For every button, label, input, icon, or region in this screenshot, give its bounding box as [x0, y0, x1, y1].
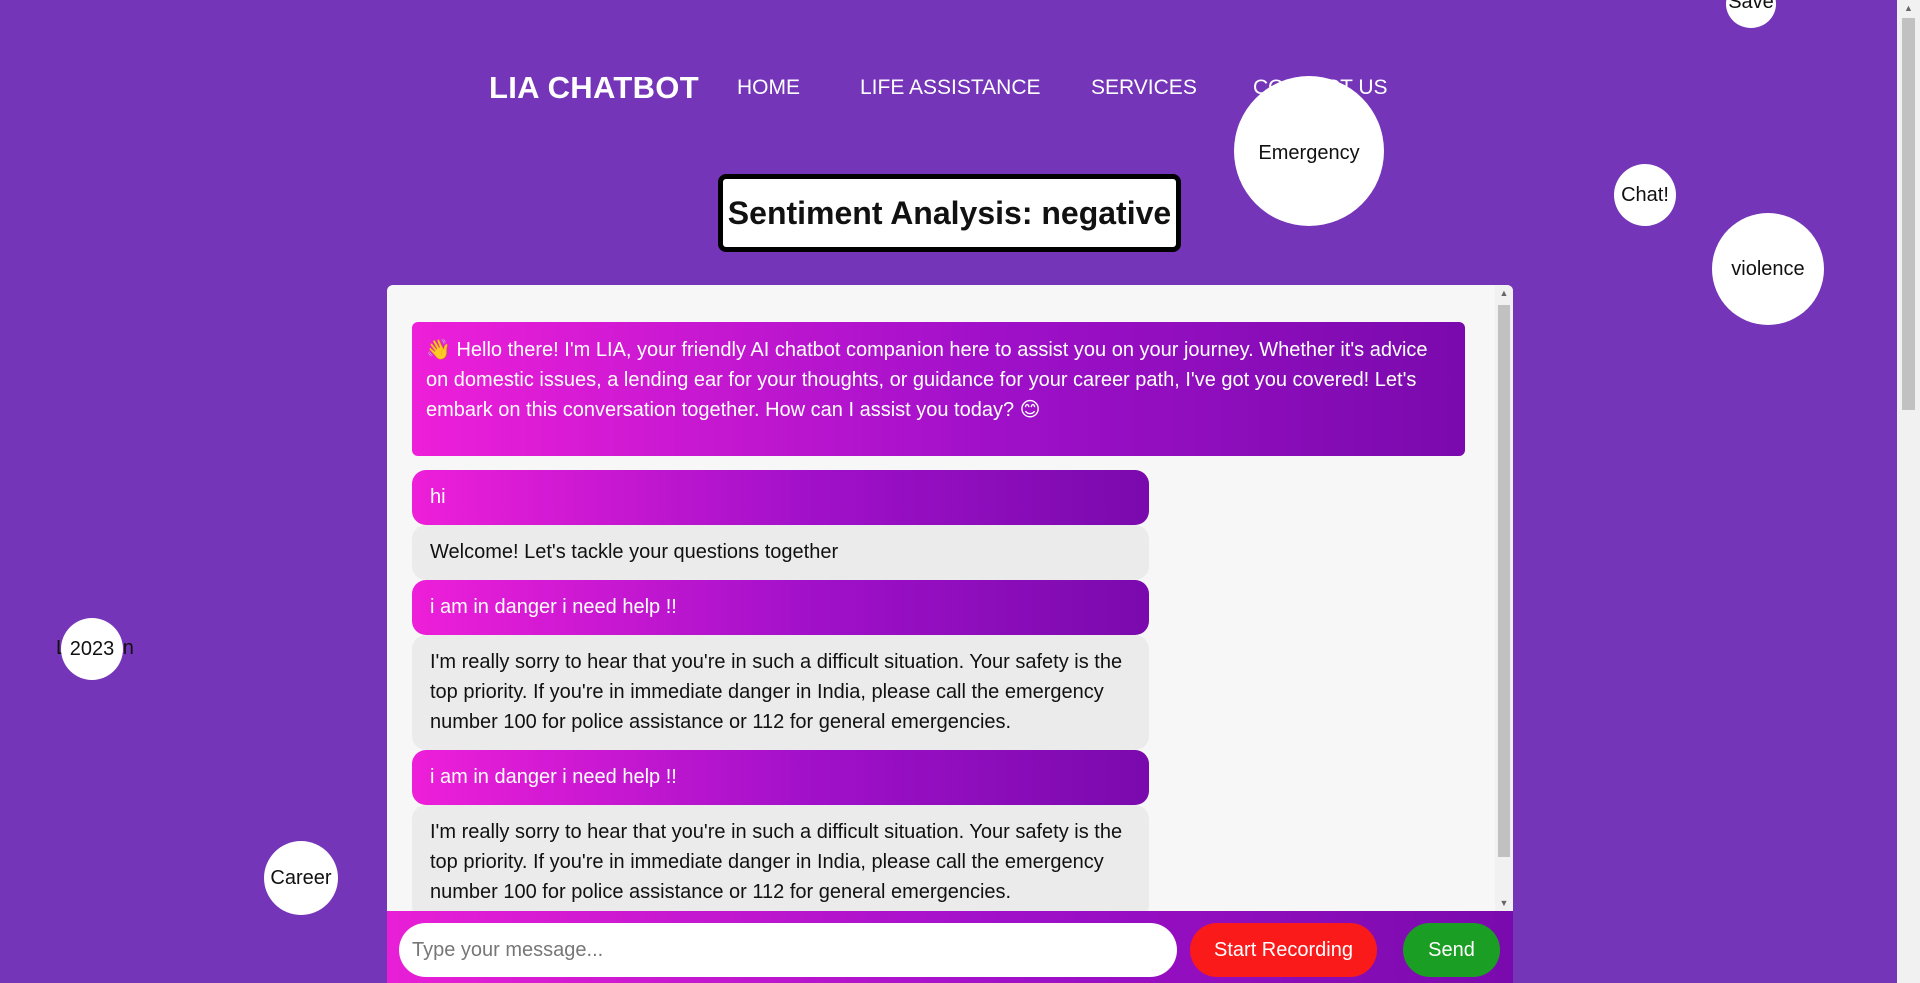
nav-link-life-assistance[interactable]: LIFE ASSISTANCE	[860, 76, 1041, 100]
sentiment-analysis-box: Sentiment Analysis: negative	[718, 174, 1181, 252]
bubble-2023[interactable]: 2023	[61, 618, 123, 680]
message-input-bar: Start Recording Send	[387, 911, 1513, 983]
page-scrollbar[interactable]: ▲	[1897, 0, 1920, 983]
bubble-emergency[interactable]: Emergency	[1234, 76, 1384, 226]
user-message: i am in danger i need help !!	[412, 750, 1149, 805]
user-message: i am in danger i need help !!	[412, 580, 1149, 635]
message-input[interactable]	[399, 923, 1177, 977]
bot-message: I'm really sorry to hear that you're in …	[412, 635, 1149, 750]
scroll-down-icon[interactable]: ▼	[1495, 895, 1513, 911]
chat-scrollbar[interactable]: ▲ ▼	[1495, 285, 1513, 911]
chat-messages: 👋 Hello there! I'm LIA, your friendly AI…	[387, 285, 1495, 911]
navbar: LIA CHATBOT HOME LIFE ASSISTANCE SERVICE…	[0, 0, 1897, 130]
welcome-message: 👋 Hello there! I'm LIA, your friendly AI…	[412, 322, 1465, 456]
nav-link-services[interactable]: SERVICES	[1091, 76, 1197, 100]
scroll-up-icon[interactable]: ▲	[1495, 285, 1513, 301]
bubble-career[interactable]: Career	[264, 841, 338, 915]
nav-link-home[interactable]: HOME	[737, 76, 800, 100]
send-button[interactable]: Send	[1403, 923, 1500, 977]
page-scroll-up-icon[interactable]: ▲	[1897, 0, 1920, 16]
user-message: hi	[412, 470, 1149, 525]
chat-panel: 👋 Hello there! I'm LIA, your friendly AI…	[387, 285, 1513, 911]
bot-message: I'm really sorry to hear that you're in …	[412, 805, 1149, 911]
bubble-violence[interactable]: violence	[1712, 213, 1824, 325]
bot-message: Welcome! Let's tackle your questions tog…	[412, 525, 1149, 580]
chat-scrollbar-thumb[interactable]	[1498, 305, 1510, 857]
bubble-chat[interactable]: Chat!	[1614, 164, 1676, 226]
start-recording-button[interactable]: Start Recording	[1190, 923, 1377, 977]
brand-logo[interactable]: LIA CHATBOT	[489, 70, 699, 106]
page-scrollbar-thumb[interactable]	[1902, 18, 1915, 410]
